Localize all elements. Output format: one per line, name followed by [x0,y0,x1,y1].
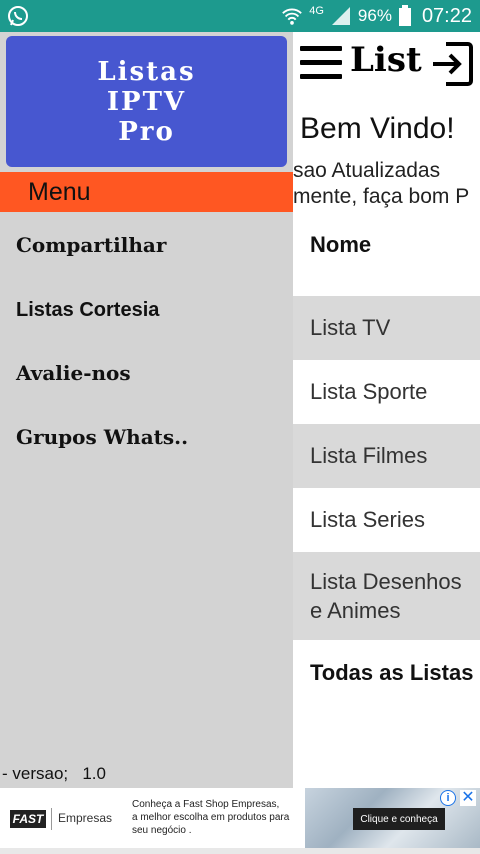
version-label: - versao; [2,764,69,783]
list-item-filmes[interactable]: Lista Filmes [293,424,480,488]
ad-brand: Empresas [58,811,113,825]
ad-logo: FAST [10,810,46,828]
screen: 4G 96% 07:22 List Bem Vindo! sao Atualiz… [0,0,480,854]
subtitle: sao Atualizadas mente, faça bom P [293,158,469,210]
drawer-item-listas-cortesia[interactable]: Listas Cortesia [16,299,159,322]
list-item-desenhos[interactable]: Lista Desenhos e Animes [293,552,480,640]
menu-header-label: Menu [28,178,91,206]
ad-text-line: Conheça a Fast Shop Empresas, [132,799,280,810]
logo-line: IPTV [106,86,187,117]
ad-text-line: seu negócio . [132,825,192,836]
welcome-text: Bem Vindo! [300,112,455,145]
status-bar: 4G 96% 07:22 [0,0,480,32]
status-right: 4G 96% 07:22 [281,0,472,32]
version-text: - versao; 1.0 [2,764,106,784]
drawer-item-avalie-nos[interactable]: Avalie-nos [16,361,131,385]
navigation-drawer: Listas IPTV Pro Menu Compartilhar Listas… [0,32,293,788]
app-logo: Listas IPTV Pro [6,36,287,167]
whatsapp-icon [8,6,28,26]
list-header: Nome [293,214,480,296]
battery-icon [398,5,411,26]
ad-cta-button[interactable]: Clique e conheça [353,808,445,830]
ad-text-line: a melhor escolha em produtos para [132,812,290,823]
list-item-label: Lista Desenhos [310,569,462,594]
list-item-label: e Animes [310,598,401,623]
close-icon[interactable]: ✕ [460,790,476,806]
list-item-sporte[interactable]: Lista Sporte [293,360,480,424]
menu-header: Menu [0,172,293,212]
subtitle-line: mente, faça bom P [293,185,470,208]
wifi-icon [282,8,303,25]
bottom-edge [0,848,480,854]
logo-line: Pro [118,116,175,147]
ad-text: Conheça a Fast Shop Empresas, a melhor e… [132,798,317,837]
hamburger-icon[interactable] [300,46,342,80]
exit-icon[interactable] [430,40,474,88]
info-icon[interactable]: i [440,790,456,806]
list-item-tv[interactable]: Lista TV [293,296,480,360]
network-type: 4G [309,5,324,17]
signal-icon [331,7,350,25]
ad-banner[interactable]: FAST Empresas Conheça a Fast Shop Empres… [0,788,480,848]
drawer-item-grupos-whats[interactable]: Grupos Whats.. [16,425,188,449]
drawer-item-compartilhar[interactable]: Compartilhar [16,233,166,257]
playlist-list: Nome Lista TV Lista Sporte Lista Filmes … [293,214,480,706]
battery-percent: 96% [357,6,392,25]
list-footer-todas[interactable]: Todas as Listas [293,640,480,706]
app-title: List [350,40,422,80]
ad-divider [51,808,52,830]
clock: 07:22 [421,4,472,27]
subtitle-line: sao Atualizadas [293,159,441,182]
version-number: 1.0 [82,764,106,783]
logo-line: Listas [97,56,196,87]
list-item-series[interactable]: Lista Series [293,488,480,552]
